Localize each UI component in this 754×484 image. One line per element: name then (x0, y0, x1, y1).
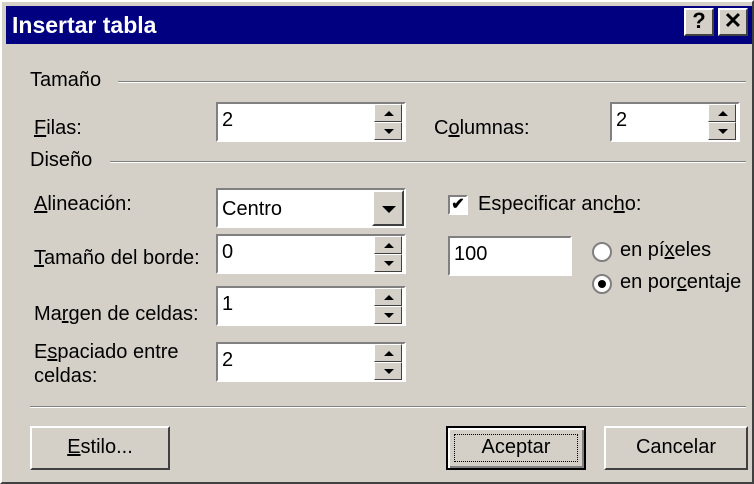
width-input[interactable]: 100 (448, 236, 572, 276)
alignment-dropdown[interactable]: Centro (216, 188, 406, 228)
width-value: 100 (454, 243, 488, 265)
columns-increment-button[interactable] (708, 104, 736, 122)
border-size-label: Tamaño del borde: (34, 247, 200, 269)
border-decrement-button[interactable] (374, 254, 402, 272)
border-spin-buttons[interactable] (374, 236, 402, 272)
cell-spacing-spinbox[interactable]: 2 (216, 342, 406, 382)
layout-group-label: Diseño (30, 149, 93, 171)
pixels-label: en píxeles (620, 239, 712, 261)
alignment-label: Alineación: (34, 193, 132, 215)
cell-padding-value: 1 (222, 293, 234, 315)
title-bar[interactable]: Insertar tabla ? ✕ (6, 6, 752, 44)
size-group-label: Tamaño (30, 69, 102, 91)
cell-spacing-label-line1: Espaciado entre (34, 341, 179, 363)
columns-decrement-button[interactable] (708, 122, 736, 140)
padding-spin-buttons[interactable] (374, 288, 402, 324)
insert-table-dialog: Insertar tabla ? ✕ Tamaño Filas: 2 Colum… (0, 0, 754, 484)
border-size-value: 0 (222, 241, 234, 263)
alignment-selected-value: Centro (222, 198, 283, 220)
rows-spin-buttons[interactable] (374, 104, 402, 140)
cell-spacing-label-line2: celdas: (34, 365, 98, 387)
padding-decrement-button[interactable] (374, 306, 402, 324)
cell-padding-spinbox[interactable]: 1 (216, 286, 406, 326)
buttons-divider (30, 406, 746, 408)
dialog-title: Insertar tabla (12, 12, 157, 38)
spacing-decrement-button[interactable] (374, 362, 402, 380)
checkmark-icon: ✔ (451, 196, 465, 213)
spacing-spin-buttons[interactable] (374, 344, 402, 380)
cancel-button[interactable]: Cancelar (604, 426, 748, 470)
specify-width-checkbox[interactable]: ✔ (448, 195, 468, 215)
percent-radio[interactable] (592, 274, 612, 294)
size-group-divider (118, 81, 746, 83)
percent-label: en porcentaje (620, 271, 742, 293)
rows-label: Filas: (34, 117, 82, 139)
chevron-down-icon[interactable] (372, 190, 404, 226)
rows-increment-button[interactable] (374, 104, 402, 122)
border-size-spinbox[interactable]: 0 (216, 234, 406, 274)
columns-spin-buttons[interactable] (708, 104, 736, 140)
cell-padding-label: Margen de celdas: (34, 303, 199, 325)
rows-decrement-button[interactable] (374, 122, 402, 140)
columns-label: Columnas: (434, 117, 530, 139)
pixels-radio[interactable] (592, 242, 612, 262)
columns-spinbox[interactable]: 2 (610, 102, 740, 142)
columns-value: 2 (616, 109, 628, 131)
ok-button[interactable]: Aceptar (446, 426, 586, 470)
border-increment-button[interactable] (374, 236, 402, 254)
rows-spinbox[interactable]: 2 (216, 102, 406, 142)
layout-group-divider (110, 161, 746, 163)
spacing-increment-button[interactable] (374, 344, 402, 362)
cell-spacing-value: 2 (222, 349, 234, 371)
help-button[interactable]: ? (684, 8, 714, 36)
close-button[interactable]: ✕ (718, 8, 748, 36)
specify-width-label: Especificar ancho: (478, 193, 642, 215)
rows-value: 2 (222, 109, 234, 131)
style-button[interactable]: Estilo... (30, 426, 170, 470)
padding-increment-button[interactable] (374, 288, 402, 306)
